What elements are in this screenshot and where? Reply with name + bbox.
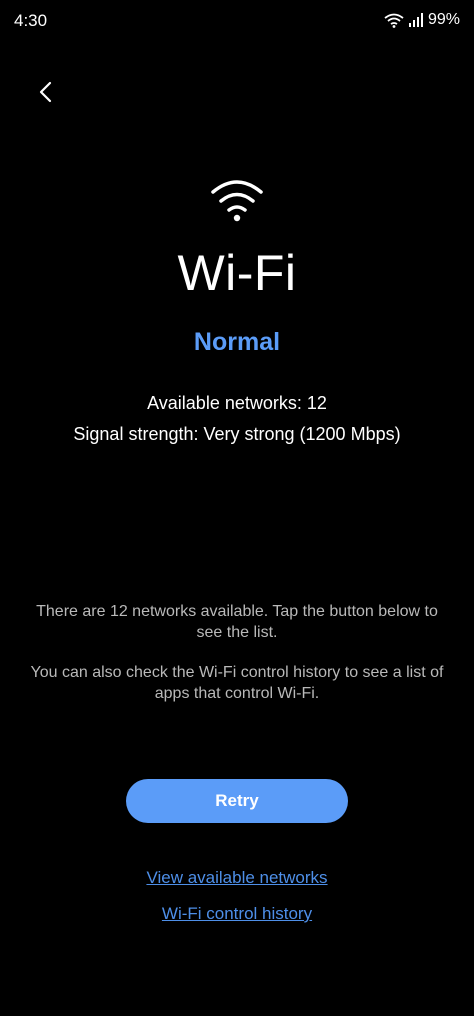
view-available-networks-link[interactable]: View available networks (0, 868, 474, 888)
status-bar: 4:30 99% (0, 0, 474, 42)
retry-button[interactable]: Retry (126, 779, 348, 823)
wifi-control-history-link[interactable]: Wi-Fi control history (0, 904, 474, 924)
battery-percent: 99% (427, 11, 460, 28)
wifi-icon (207, 176, 267, 224)
wifi-control-history-label[interactable]: Wi-Fi control history (162, 904, 312, 923)
wifi-icon (384, 12, 404, 28)
back-button[interactable] (26, 72, 66, 112)
status-time: 4:30 (14, 11, 48, 30)
available-networks-text: Available networks: 12 (147, 393, 327, 413)
signal-icon (408, 13, 423, 27)
status-icons: 99% (384, 11, 460, 29)
page-title: Wi-Fi (177, 245, 297, 301)
view-available-networks-label[interactable]: View available networks (146, 868, 327, 887)
chevron-left-icon (39, 81, 52, 103)
wifi-status-text: Normal (193, 328, 281, 356)
control-history-description: You can also check the Wi-Fi control his… (30, 664, 444, 702)
networks-description: There are 12 networks available. Tap the… (36, 603, 438, 641)
signal-strength-text: Signal strength: Very strong (1200 Mbps) (73, 424, 401, 444)
